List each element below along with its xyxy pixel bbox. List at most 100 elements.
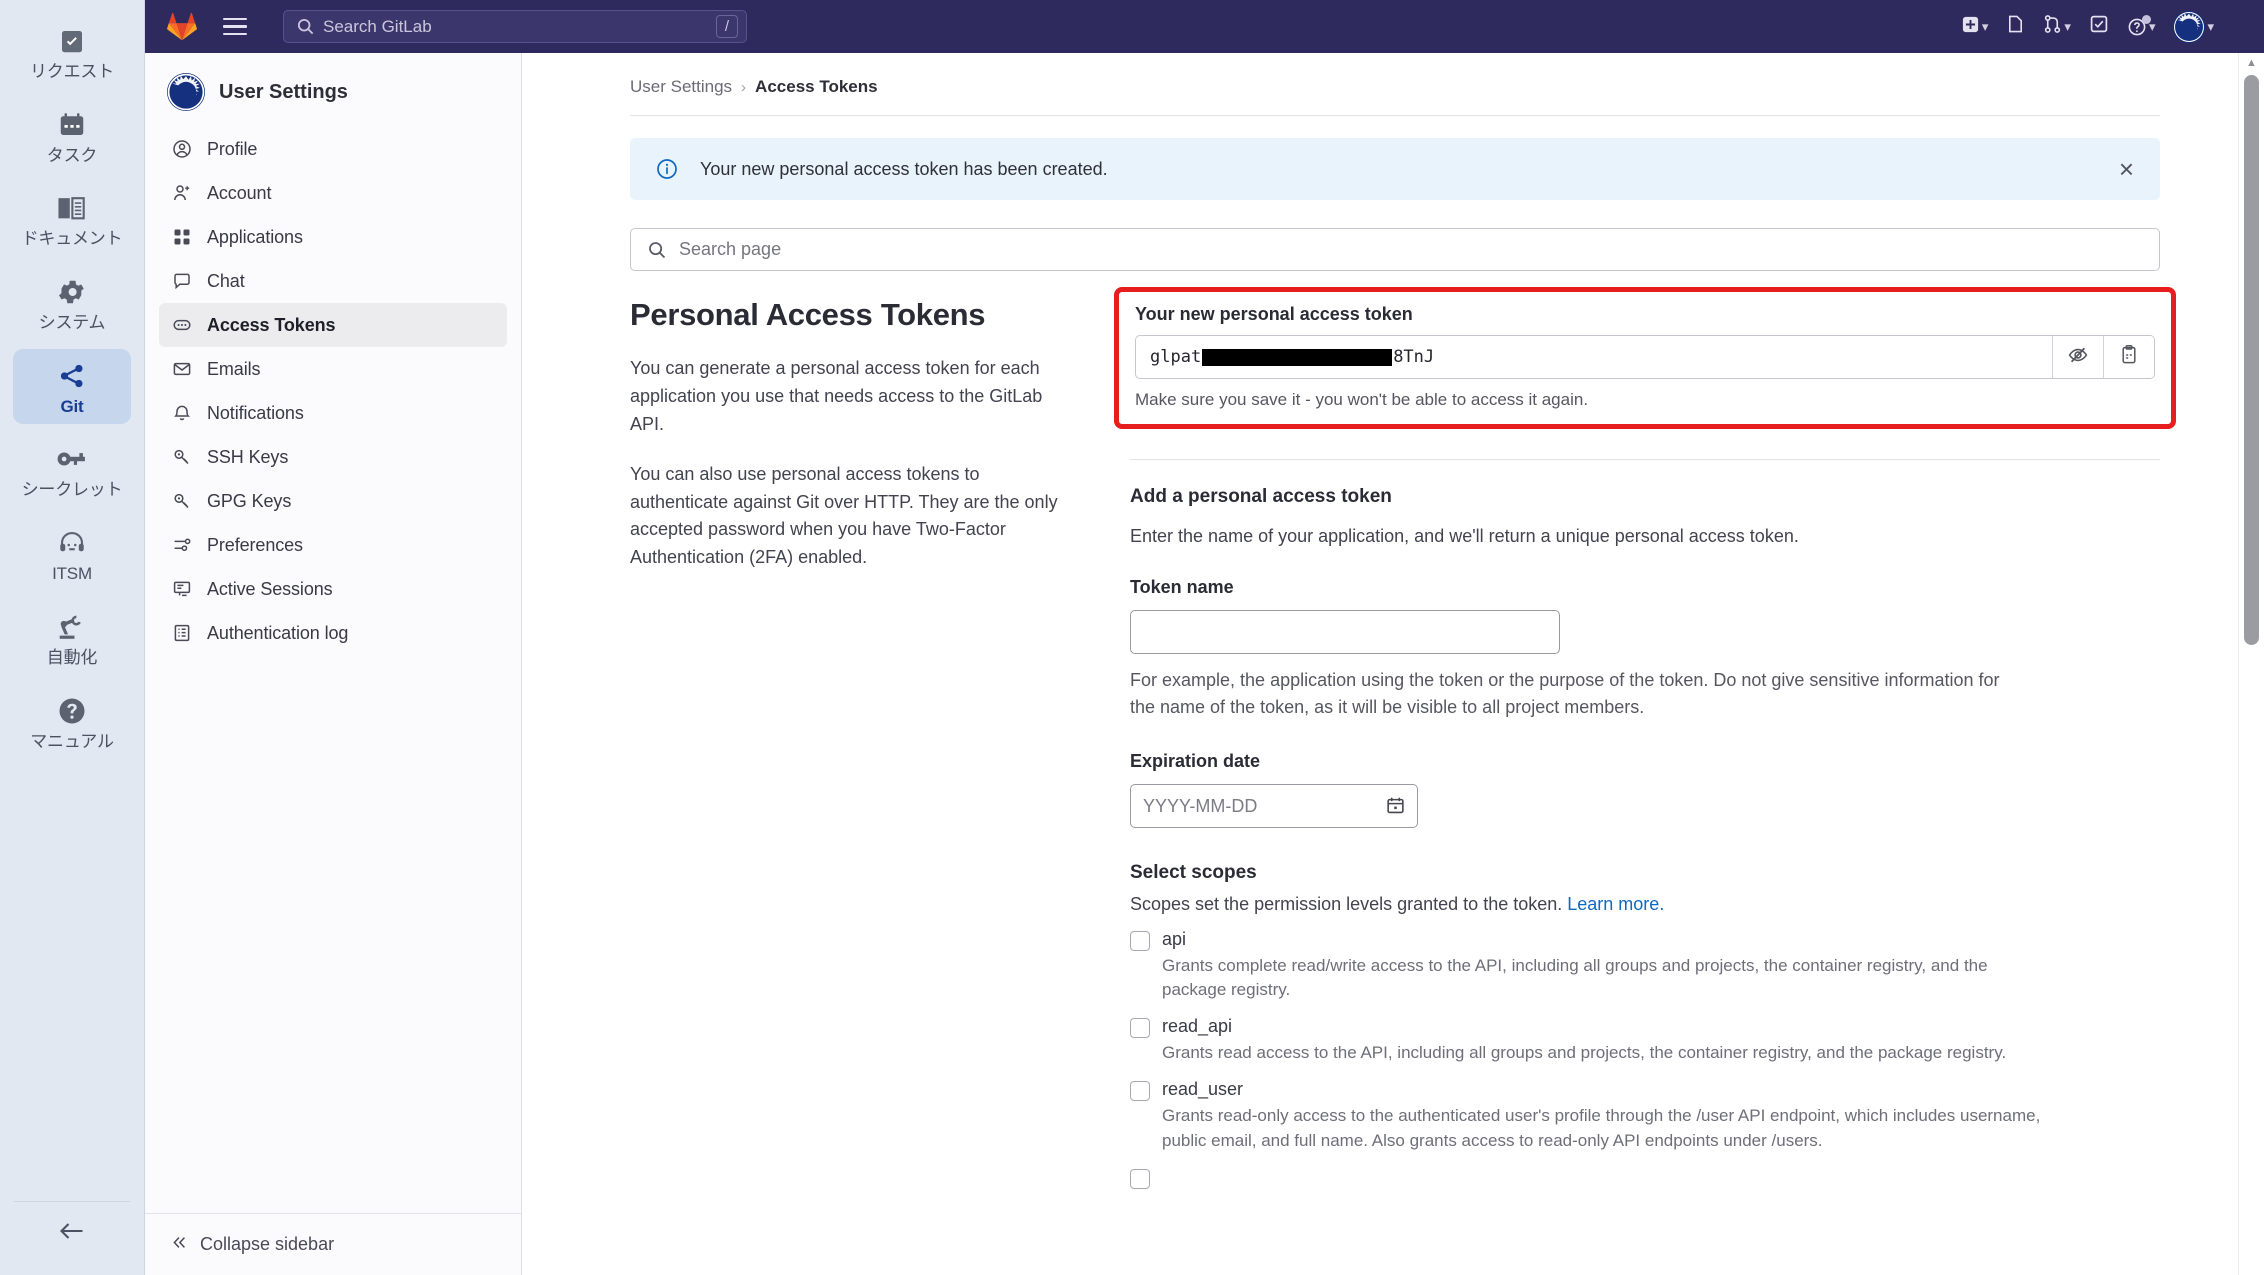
rail-item-automation[interactable]: 自動化: [13, 600, 131, 676]
learn-more-link[interactable]: Learn more.: [1567, 894, 1664, 914]
rail-back-button[interactable]: [14, 1201, 130, 1265]
calendar-icon: [53, 108, 91, 142]
list-log-icon: [171, 622, 193, 644]
sidebar-item-label: Applications: [207, 226, 303, 247]
scope-checkbox-row[interactable]: api: [1130, 929, 2160, 951]
rail-item-secrets[interactable]: シークレット: [13, 432, 131, 508]
gitlab-logo[interactable]: [163, 9, 201, 45]
scope-description: Grants complete read/write access to the…: [1162, 956, 1988, 1000]
sidebar-item-label: Notifications: [207, 402, 304, 423]
success-alert: Your new personal access token has been …: [630, 138, 2160, 200]
rail-item-git[interactable]: Git: [13, 348, 131, 425]
scope-item-api: api Grants complete read/write access to…: [1130, 929, 2160, 1002]
scroll-thumb[interactable]: [2244, 75, 2259, 645]
user-menu[interactable]: ▾: [2167, 7, 2220, 47]
intro-column: Personal Access Tokens You can generate …: [630, 297, 1070, 1189]
merge-request-icon: [2043, 14, 2062, 39]
key-icon: [171, 490, 193, 512]
create-new-menu[interactable]: ▾: [1955, 11, 1995, 43]
sidebar-item-ssh-keys[interactable]: SSH Keys: [159, 435, 507, 479]
menu-toggle-button[interactable]: [213, 7, 257, 47]
sidebar-item-profile[interactable]: Profile: [159, 127, 507, 171]
page-search-input[interactable]: Search page: [630, 228, 2160, 271]
global-search-input[interactable]: Search GitLab /: [283, 10, 747, 43]
rail-item-documents[interactable]: ドキュメント: [13, 181, 131, 257]
sidebar-item-active-sessions[interactable]: Active Sessions: [159, 567, 507, 611]
sidebar-item-notifications[interactable]: Notifications: [159, 391, 507, 435]
rail-item-manual[interactable]: マニュアル: [13, 684, 131, 760]
sidebar-item-emails[interactable]: Emails: [159, 347, 507, 391]
expiration-date-wrapper: [1130, 784, 1418, 828]
breadcrumb-current: Access Tokens: [755, 77, 878, 96]
rail-item-itsm[interactable]: ITSM: [13, 516, 131, 592]
scope-checkbox[interactable]: [1130, 1168, 1150, 1189]
collapse-sidebar-button[interactable]: Collapse sidebar: [145, 1213, 521, 1275]
page-search-placeholder: Search page: [679, 239, 782, 259]
new-token-value: glpat 8TnJ: [1136, 336, 2052, 378]
global-search-placeholder: Search GitLab: [323, 16, 432, 36]
sidebar-item-access-tokens[interactable]: Access Tokens: [159, 303, 507, 347]
headset-icon: [53, 526, 91, 560]
rail-item-label: タスク: [46, 145, 98, 165]
search-icon: [647, 240, 667, 260]
sidebar-item-preferences[interactable]: Preferences: [159, 523, 507, 567]
sidebar-item-chat[interactable]: Chat: [159, 259, 507, 303]
scope-checkbox[interactable]: [1130, 1081, 1150, 1102]
question-circle-icon: [53, 694, 91, 728]
user-settings-sidebar: User Settings Profile Account Applicatio…: [145, 53, 522, 1275]
sidebar-item-label: SSH Keys: [207, 446, 289, 467]
breadcrumb-parent[interactable]: User Settings: [630, 77, 732, 97]
issues-button[interactable]: [2000, 10, 2031, 43]
sidebar-item-label: Account: [207, 182, 272, 203]
rail-item-system[interactable]: システム: [13, 265, 131, 341]
sidebar-item-gpg-keys[interactable]: GPG Keys: [159, 479, 507, 523]
scopes-desc-text: Scopes set the permission levels granted…: [1130, 894, 1563, 914]
rail-item-requests[interactable]: リクエスト: [13, 14, 131, 90]
page-body: User Settings Profile Account Applicatio…: [145, 53, 2264, 1275]
scope-checkbox-row[interactable]: read_user: [1130, 1079, 2160, 1102]
rail-item-label: 自動化: [46, 647, 98, 667]
token-name-input[interactable]: [1130, 610, 1560, 654]
monitor-icon: [171, 578, 193, 600]
scope-checkbox[interactable]: [1130, 931, 1150, 951]
scope-item-next-partial: [1130, 1167, 2160, 1189]
user-avatar: [2173, 10, 2206, 43]
chevron-double-left-icon: [171, 1234, 188, 1256]
top-navigation-bar: Search GitLab / ▾ ▾ ▾ ▾: [145, 0, 2264, 53]
arrow-left-icon: [58, 1219, 86, 1248]
toggle-token-visibility-button[interactable]: [2052, 336, 2103, 378]
section-divider: [1130, 459, 2160, 460]
copy-token-button[interactable]: [2103, 336, 2154, 378]
grid-apps-icon: [171, 226, 193, 248]
expiration-date-input[interactable]: [1130, 784, 1418, 828]
new-token-highlight-box: Your new personal access token glpat 8TnJ: [1114, 287, 2176, 429]
page-title: Personal Access Tokens: [630, 297, 986, 332]
triangle-up-icon[interactable]: ▲: [2239, 53, 2264, 73]
rail-item-tasks[interactable]: タスク: [13, 98, 131, 174]
chevron-down-icon: ▾: [2207, 19, 2214, 34]
chevron-down-icon: ▾: [2064, 19, 2071, 34]
token-name-help: For example, the application using the t…: [1130, 670, 2000, 717]
plus-square-icon: [1961, 15, 1980, 39]
scope-checkbox[interactable]: [1130, 1018, 1150, 1039]
new-token-field[interactable]: glpat 8TnJ: [1135, 335, 2155, 379]
sidebar-item-account[interactable]: Account: [159, 171, 507, 215]
token-prefix: glpat: [1150, 347, 1202, 367]
page-scrollbar[interactable]: ▲: [2238, 53, 2264, 1275]
help-menu[interactable]: ▾: [2121, 13, 2162, 41]
token-icon: [171, 314, 193, 336]
todos-button[interactable]: [2083, 10, 2115, 43]
sidebar-header[interactable]: User Settings: [145, 53, 521, 127]
book-icon: [53, 191, 91, 225]
sidebar-item-authentication-log[interactable]: Authentication log: [159, 611, 507, 655]
merge-requests-menu[interactable]: ▾: [2037, 10, 2077, 43]
sidebar-item-applications[interactable]: Applications: [159, 215, 507, 259]
scope-checkbox-row[interactable]: [1130, 1167, 2160, 1189]
scope-checkbox-row[interactable]: read_api: [1130, 1016, 2160, 1039]
calendar-icon[interactable]: [1385, 795, 1406, 816]
rail-item-label: マニュアル: [30, 731, 114, 751]
search-shortcut-key: /: [716, 15, 738, 38]
sidebar-item-label: Authentication log: [207, 622, 349, 643]
intro-paragraph-1: You can generate a personal access token…: [630, 358, 1043, 434]
close-icon[interactable]: ×: [2115, 156, 2138, 182]
